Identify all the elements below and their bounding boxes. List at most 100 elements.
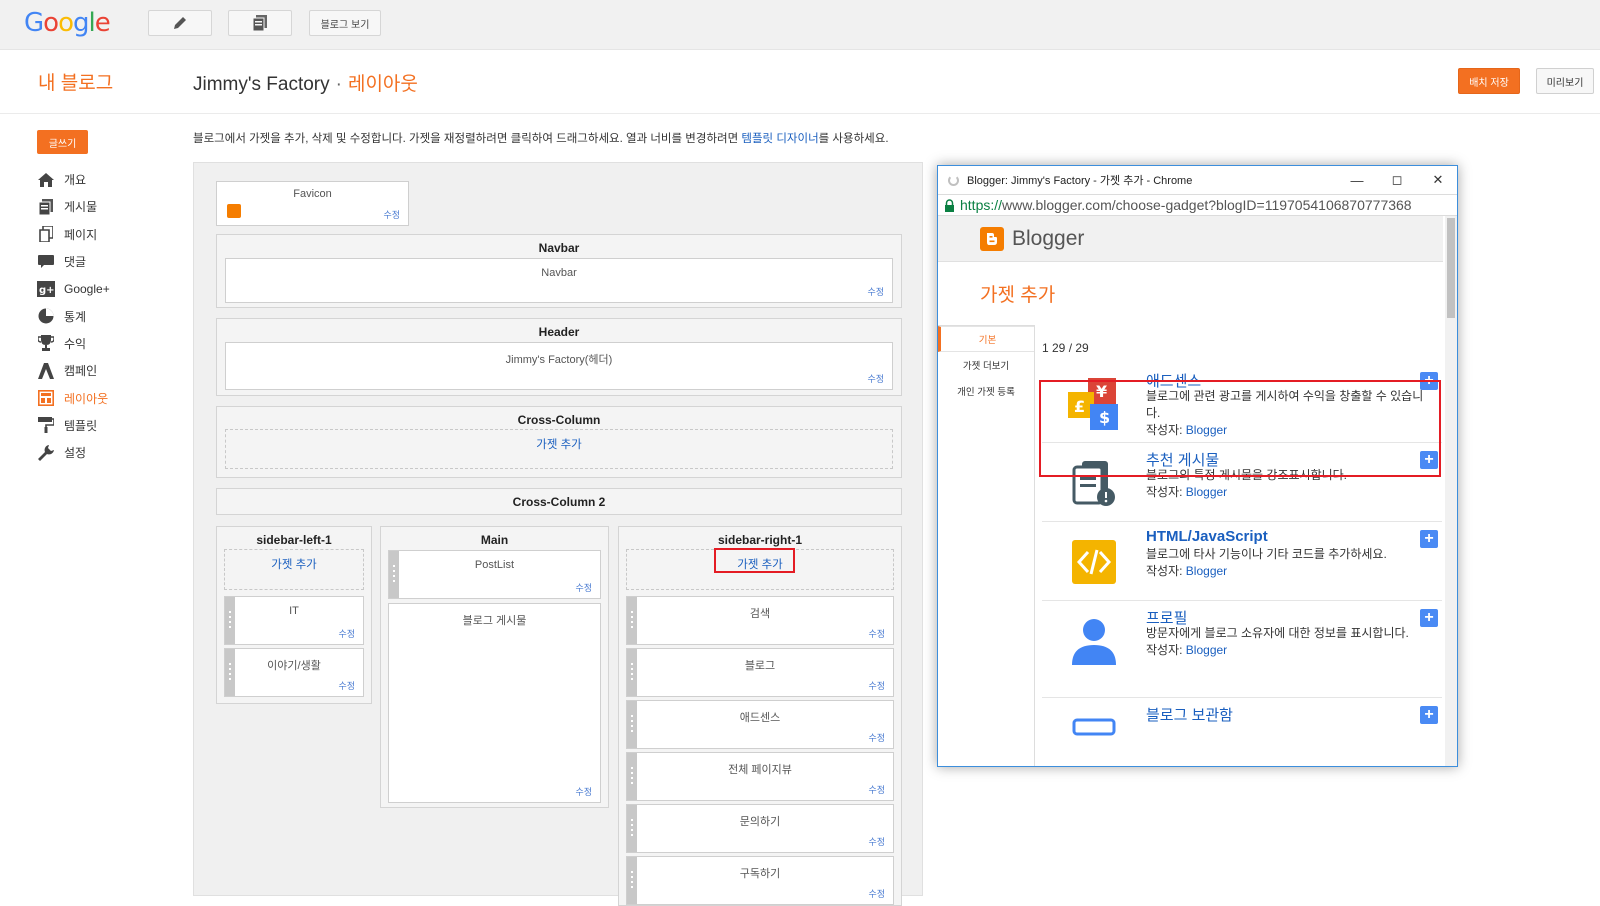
edit-link[interactable]: 수정 [868,679,885,692]
tab-more-gadgets[interactable]: 가젯 더보기 [938,352,1034,378]
add-gadget-plus-button[interactable]: + [1420,530,1438,548]
sidebar-item-earnings[interactable]: 수익 [37,330,177,357]
sidebar-item-layout[interactable]: 레이아웃 [37,384,177,411]
gadget-item-profile[interactable]: 프로필 방문자에게 블로그 소유자에 대한 정보를 표시합니다. 작성자: Bl… [1042,601,1442,698]
edit-link[interactable]: 수정 [868,783,885,796]
my-blog-link[interactable]: 내 블로그 [38,68,113,95]
edit-link[interactable]: 수정 [868,835,885,848]
sidebar-item-label: 캠페인 [64,364,98,379]
google-logo[interactable]: Google [24,8,111,38]
drag-handle[interactable] [627,597,637,644]
gadget-contact[interactable]: 문의하기 수정 [626,804,894,853]
maximize-icon[interactable]: ◻ [1388,171,1406,189]
sidebar-item-template[interactable]: 템플릿 [37,412,177,439]
section-title: Navbar [538,241,580,255]
drag-handle[interactable] [627,805,637,852]
svg-text:g+: g+ [39,285,55,296]
result-count: 1 29 / 29 [1042,341,1089,355]
drag-handle[interactable] [389,551,399,598]
new-post-button[interactable] [148,10,212,36]
blogger-logo-icon [980,226,1004,251]
author-link[interactable]: Blogger [1186,485,1227,499]
sidebar-item-label: 통계 [64,309,87,324]
view-blog-button[interactable]: 블로그 보기 [309,10,381,36]
tab-custom-gadget[interactable]: 개인 가젯 등록 [938,378,1034,404]
code-icon [1072,540,1116,584]
sidebar-item-label: Google+ [64,281,110,296]
navbar-gadget[interactable]: Navbar 수정 [225,258,893,303]
sidebar-item-comments[interactable]: 댓글 [37,248,177,275]
gadget-pageviews[interactable]: 전체 페이지뷰 수정 [626,752,894,801]
edit-link[interactable]: 수정 [868,627,885,640]
edit-link[interactable]: 수정 [575,785,592,798]
save-arrangement-button[interactable]: 배치 저장 [1458,68,1520,94]
home-icon [37,172,55,188]
posts-list-button[interactable] [228,10,292,36]
drag-handle[interactable] [627,753,637,800]
blogger-header: Blogger [938,216,1443,262]
favicon-gadget[interactable]: Favicon 수정 [216,181,409,226]
gadget-description: 블로그에 타사 기능이나 기타 코드를 추가하세요. 작성자: Blogger [1146,547,1387,578]
edit-link[interactable]: 수정 [868,731,885,744]
scrollbar-thumb[interactable] [1447,218,1455,318]
sidebar-item-google-plus[interactable]: g+ Google+ [37,275,177,302]
gadget-adsense[interactable]: 애드센스 수정 [626,700,894,749]
gadget-name: IT [289,605,299,617]
sidebar-item-overview[interactable]: 개요 [37,166,177,193]
author-link[interactable]: Blogger [1186,643,1227,657]
gadget-story-life[interactable]: 이야기/생활 수정 [224,648,364,697]
paint-roller-icon [37,417,55,434]
minimize-icon[interactable]: — [1348,171,1366,189]
sidebar-item-label: 게시물 [64,200,98,215]
gadget-blog-posts[interactable]: 블로그 게시물 수정 [388,603,601,803]
write-post-button[interactable]: 글쓰기 [37,130,88,154]
gadget-postlist[interactable]: PostList 수정 [388,550,601,599]
preview-button[interactable]: 미리보기 [1536,68,1594,94]
drag-handle[interactable] [627,701,637,748]
edit-link[interactable]: 수정 [575,581,592,594]
gadget-name: PostList [474,559,515,571]
gadget-subscribe[interactable]: 구독하기 수정 [626,856,894,905]
gadget-name: 구독하기 [739,868,781,880]
edit-link[interactable]: 수정 [338,679,355,692]
gadget-it[interactable]: IT 수정 [224,596,364,645]
navbar-section: Navbar Navbar 수정 [216,234,902,308]
edit-link[interactable]: 수정 [338,627,355,640]
drag-handle[interactable] [225,649,235,696]
tab-basic[interactable]: 기본 [938,326,1034,352]
page-title: Jimmy's Factory · 레이아웃 [193,69,418,96]
gadget-item-html-javascript[interactable]: HTML/JavaScript 블로그에 타사 기능이나 기타 코드를 추가하세… [1042,522,1442,601]
edit-link[interactable]: 수정 [383,208,400,221]
header-gadget[interactable]: Jimmy's Factory(헤더) 수정 [225,342,893,390]
add-gadget-plus-button[interactable]: + [1420,609,1438,627]
add-gadget-plus-button[interactable]: + [1420,706,1438,724]
highlight-box [1039,380,1441,477]
gadget-title[interactable]: HTML/JavaScript [1146,528,1268,545]
sidebar-item-settings[interactable]: 설정 [37,439,177,466]
sidebar-nav: 개요 게시물 페이지 댓글 g+ Google+ 통계 수익 캠페인 레이아웃 … [37,166,177,466]
comment-icon [37,254,55,270]
address-bar[interactable]: https://www.blogger.com/choose-gadget?bl… [938,194,1457,216]
author-link[interactable]: Blogger [1186,564,1227,578]
add-gadget-link[interactable]: 가젯 추가 [225,429,893,469]
sidebar-item-pages[interactable]: 페이지 [37,221,177,248]
edit-link[interactable]: 수정 [868,887,885,900]
gadget-search[interactable]: 검색 수정 [626,596,894,645]
gadget-item-blog-archive[interactable]: 블로그 보관함 + [1042,698,1442,766]
gadget-title[interactable]: 블로그 보관함 [1146,704,1233,725]
add-gadget-link[interactable]: 가젯 추가 [224,549,364,590]
popup-scrollbar[interactable] [1445,216,1457,766]
template-designer-link[interactable]: 템플릿 디자이너 [741,133,818,145]
campaign-icon [37,362,55,379]
drag-handle[interactable] [225,597,235,644]
close-icon[interactable]: ✕ [1429,171,1447,189]
edit-link[interactable]: 수정 [867,285,884,298]
edit-link[interactable]: 수정 [867,372,884,385]
gadget-blog[interactable]: 블로그 수정 [626,648,894,697]
sidebar-item-posts[interactable]: 게시물 [37,193,177,220]
drag-handle[interactable] [627,857,637,904]
sidebar-item-campaign[interactable]: 캠페인 [37,357,177,384]
sidebar-item-stats[interactable]: 통계 [37,302,177,329]
drag-handle[interactable] [627,649,637,696]
window-titlebar: Blogger: Jimmy's Factory - 가젯 추가 - Chrom… [938,166,1457,194]
